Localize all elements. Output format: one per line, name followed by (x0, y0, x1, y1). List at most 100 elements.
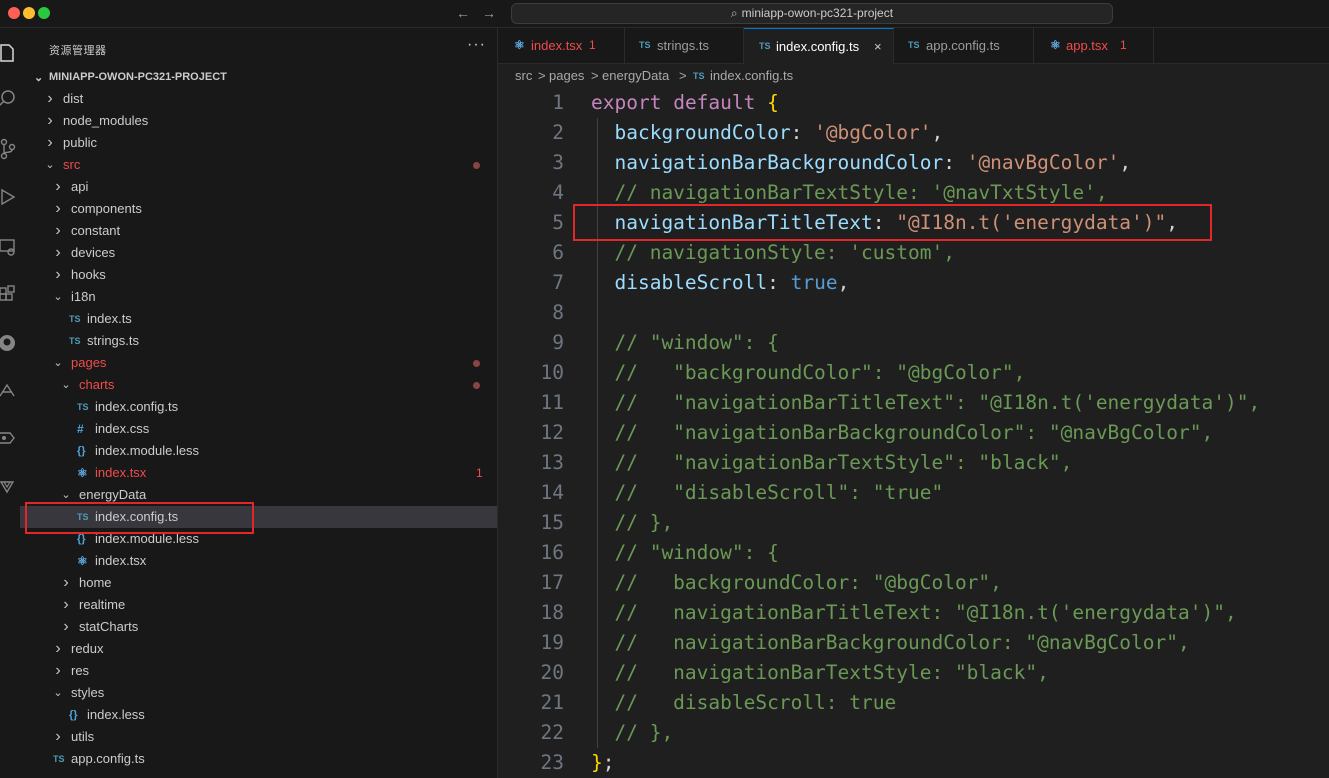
chevron-right-icon: › (55, 200, 61, 217)
file-item[interactable]: TS index.ts (20, 308, 497, 330)
folder-item[interactable]: › statCharts (20, 616, 497, 638)
folder-item[interactable]: › realtime (20, 594, 497, 616)
folder-item[interactable]: › constant (20, 220, 497, 242)
tree-item-label: index.module.less (95, 443, 200, 458)
line-number: 12 (540, 421, 564, 444)
folder-item[interactable]: ⌄ i18n (20, 286, 497, 308)
file-item[interactable]: ⚛ index.tsx 1 (20, 462, 497, 484)
folder-item[interactable]: › utils (20, 726, 497, 748)
editor-tabs: ⚛ index.tsx 1 TS strings.ts TS index.con… (498, 28, 1329, 64)
source-control-icon[interactable] (0, 138, 20, 160)
github-icon[interactable] (0, 332, 20, 354)
folder-item[interactable]: › home (20, 572, 497, 594)
code-line-19: // navigationBarBackgroundColor: "@navBg… (591, 631, 1190, 654)
chevron-down-icon: ⌄ (53, 687, 63, 699)
minimize-window-button[interactable] (23, 7, 35, 19)
project-name: MINIAPP-OWON-PC321-PROJECT (49, 71, 227, 83)
tree-item-label: constant (71, 223, 121, 238)
breadcrumb-separator: > (679, 68, 687, 83)
file-item[interactable]: ⚛ index.tsx (20, 550, 497, 572)
git-graph-icon[interactable] (0, 428, 20, 450)
extension-tool-icon[interactable] (0, 476, 20, 498)
run-debug-icon[interactable] (0, 186, 20, 208)
folder-item[interactable]: › components (20, 198, 497, 220)
tree-item-label: components (71, 201, 142, 216)
chevron-right-icon: › (47, 90, 53, 107)
files-icon[interactable] (0, 42, 20, 64)
breadcrumb-item-pages[interactable]: pages (549, 64, 584, 88)
folder-item[interactable]: ⌄ pages (20, 352, 497, 374)
more-actions-button[interactable]: ··· (467, 36, 486, 54)
code-line-1: export default { (591, 91, 779, 114)
file-item[interactable]: # index.css (20, 418, 497, 440)
close-icon[interactable]: × (874, 29, 882, 64)
explorer-title: 资源管理器 (49, 45, 107, 57)
tree-item-label: index.less (87, 707, 145, 722)
line-number: 19 (540, 631, 564, 654)
chevron-right-icon: › (63, 596, 69, 613)
tree-item-label: index.config.ts (95, 399, 179, 414)
less-icon: {} (69, 709, 78, 721)
command-center-search[interactable]: ⌕ miniapp-owon-pc321-project (511, 3, 1113, 24)
tab-app-tsx[interactable]: ⚛ app.tsx 1 (1034, 28, 1154, 63)
search-icon[interactable] (0, 88, 20, 110)
folder-item[interactable]: › res (20, 660, 497, 682)
line-number: 4 (552, 181, 564, 204)
chevron-down-icon: ⌄ (53, 291, 63, 303)
line-number: 9 (552, 331, 564, 354)
file-item[interactable]: TS index.config.ts (20, 396, 497, 418)
folder-item[interactable]: › node_modules (20, 110, 497, 132)
close-window-button[interactable] (8, 7, 20, 19)
folder-item[interactable]: › dist (20, 88, 497, 110)
line-number: 3 (552, 151, 564, 174)
code-line-11: // "navigationBarTitleText": "@I18n.t('e… (591, 391, 1261, 414)
title-bar: ← → ⌕ miniapp-owon-pc321-project (0, 0, 1329, 28)
breadcrumb-item-energydata[interactable]: energyData (602, 64, 669, 88)
code-editor[interactable]: 1 2 3 4 5 6 7 8 9 10 11 12 13 14 15 16 17 18 19 20 21 22 23 ex… (498, 88, 1329, 778)
arrow-left-icon[interactable]: ← (456, 5, 470, 21)
file-item[interactable]: TS strings.ts (20, 330, 497, 352)
code-line-2: backgroundColor: '@bgColor', (614, 121, 944, 144)
code-line-10: // "backgroundColor": "@bgColor", (591, 361, 1026, 384)
file-item[interactable]: {} index.module.less (20, 440, 497, 462)
tree-item-label: pages (71, 355, 107, 370)
less-icon: {} (77, 445, 86, 457)
tab-strings-ts[interactable]: TS strings.ts (625, 28, 744, 63)
explorer-sidebar: 资源管理器 ··· ⌄ MINIAPP-OWON-PC321-PROJECT ›… (20, 28, 498, 778)
typescript-icon: TS (69, 336, 81, 346)
highlight-box-title-text-line (573, 204, 1212, 241)
folder-item[interactable]: › hooks (20, 264, 497, 286)
file-item[interactable]: TS app.config.ts (20, 748, 497, 770)
tree-item-label: charts (79, 377, 115, 392)
folder-item[interactable]: › redux (20, 638, 497, 660)
react-icon: ⚛ (77, 466, 88, 480)
folder-item[interactable]: › public (20, 132, 497, 154)
chevron-right-icon: › (47, 112, 53, 129)
extensions-icon[interactable] (0, 284, 20, 306)
tab-app-config-ts[interactable]: TS app.config.ts (894, 28, 1034, 63)
folder-item[interactable]: ⌄ src (20, 154, 497, 176)
folder-item[interactable]: › devices (20, 242, 497, 264)
chevron-right-icon: › (55, 222, 61, 239)
project-root-header[interactable]: ⌄ MINIAPP-OWON-PC321-PROJECT (20, 68, 497, 88)
line-number: 18 (540, 601, 564, 624)
line-number: 17 (540, 571, 564, 594)
tab-index-tsx[interactable]: ⚛ index.tsx 1 (498, 28, 625, 63)
folder-item[interactable]: ⌄ charts (20, 374, 497, 396)
breadcrumb-item-src[interactable]: src (515, 64, 532, 88)
maximize-window-button[interactable] (38, 7, 50, 19)
remote-explorer-icon[interactable] (0, 236, 20, 258)
typescript-icon: TS (639, 40, 651, 50)
code-line-16: // "window": { (591, 541, 779, 564)
deploy-icon[interactable] (0, 380, 20, 402)
arrow-right-icon[interactable]: → (482, 5, 496, 21)
folder-item[interactable]: › api (20, 176, 497, 198)
chevron-right-icon: › (55, 266, 61, 283)
file-item[interactable]: {} index.less (20, 704, 497, 726)
folder-item[interactable]: ⌄ styles (20, 682, 497, 704)
tab-index-config-ts[interactable]: TS index.config.ts × (744, 28, 894, 64)
react-icon: ⚛ (77, 554, 88, 568)
breadcrumb-item-file[interactable]: index.config.ts (710, 64, 793, 88)
code-line-6: // navigationStyle: 'custom', (591, 241, 955, 264)
tree-item-label: home (79, 575, 112, 590)
